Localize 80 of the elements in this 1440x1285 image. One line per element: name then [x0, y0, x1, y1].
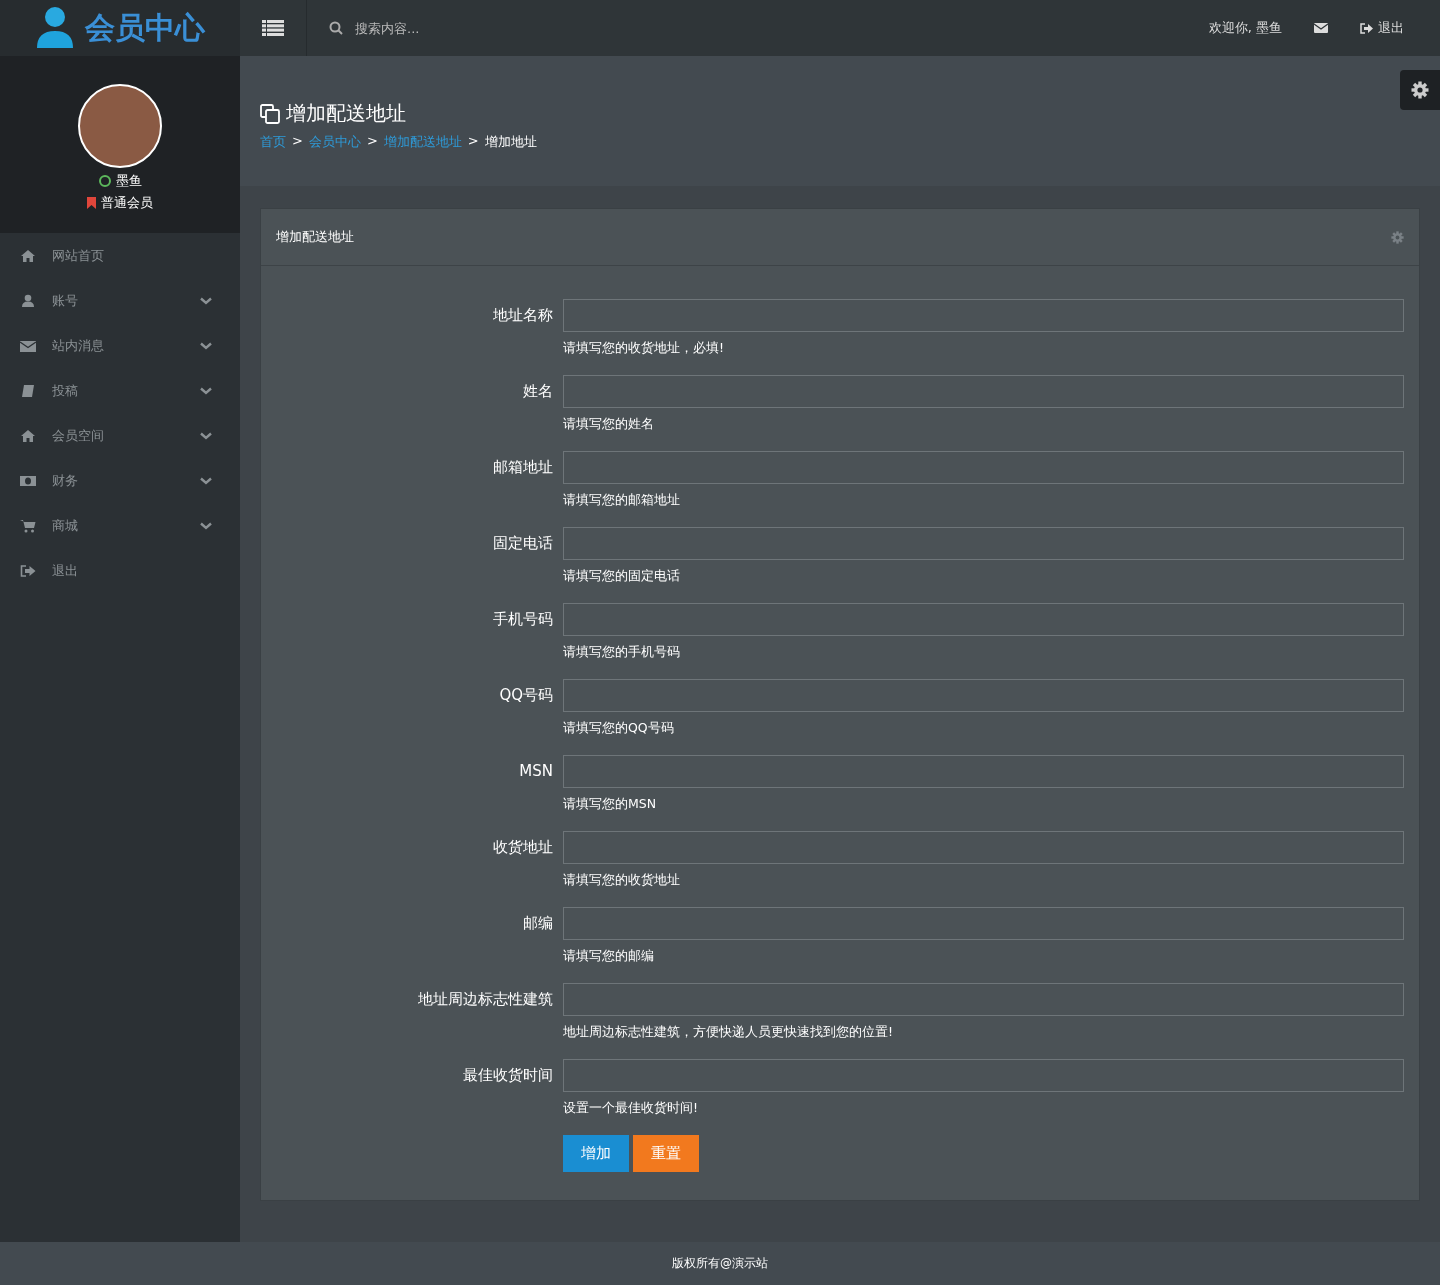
help-text: 请填写您的QQ号码 — [563, 720, 675, 737]
bookmark-icon — [87, 197, 96, 209]
user-icon — [20, 293, 36, 308]
field-label: 固定电话 — [492, 533, 554, 554]
input-field[interactable] — [563, 375, 1404, 408]
member-level: 普通会员 — [101, 194, 153, 212]
settings-icon[interactable] — [1411, 81, 1429, 99]
input-field[interactable] — [563, 831, 1404, 864]
chevron-icon — [200, 521, 212, 530]
sidebar-item[interactable]: 账号 — [0, 278, 240, 323]
logout-link[interactable]: 退出 — [1360, 19, 1404, 37]
field-label: 邮编 — [522, 913, 554, 934]
chevron-icon — [200, 386, 212, 395]
exit-icon — [1360, 22, 1373, 34]
help-text: 请填写您的手机号码 — [563, 644, 681, 661]
help-text: 请填写您的邮编 — [563, 948, 655, 965]
field-label: 最佳收货时间 — [462, 1065, 554, 1086]
breadcrumb-link[interactable]: 增加配送地址 — [383, 133, 462, 151]
help-text: 请填写您的固定电话 — [563, 568, 681, 585]
search-icon — [329, 21, 343, 35]
copy-icon — [260, 103, 280, 124]
input-field[interactable] — [563, 603, 1404, 636]
sidebar-item[interactable]: 财务 — [0, 458, 240, 503]
sidebar-item[interactable]: 投稿 — [0, 368, 240, 413]
help-text: 请填写您的MSN — [563, 796, 658, 813]
chevron-icon — [200, 476, 212, 485]
panel-title: 增加配送地址 — [276, 228, 354, 246]
breadcrumb-separator: > — [292, 133, 303, 150]
field-label: 手机号码 — [492, 609, 554, 630]
mail-icon — [20, 338, 36, 353]
money-icon — [20, 473, 36, 488]
sidebar-item[interactable]: 会员空间 — [0, 413, 240, 458]
cart-icon — [20, 518, 36, 533]
exit-icon — [20, 563, 36, 578]
chevron-icon — [200, 431, 212, 440]
breadcrumb-current: 增加地址 — [484, 133, 537, 151]
home-icon — [20, 428, 36, 443]
brand-title: 会员中心 — [85, 8, 205, 47]
sidebar-item[interactable]: 商城 — [0, 503, 240, 548]
help-text: 请填写您的收货地址 — [563, 872, 681, 889]
page-title: 增加配送地址 — [286, 100, 406, 127]
input-field[interactable] — [563, 983, 1404, 1016]
field-label: 地址名称 — [492, 305, 554, 326]
help-text: 请填写您的姓名 — [563, 416, 655, 433]
sidebar-item[interactable]: 退出 — [0, 548, 240, 593]
breadcrumb-link[interactable]: 首页 — [260, 133, 286, 151]
mail-icon[interactable] — [1314, 23, 1328, 33]
chevron-icon — [200, 296, 212, 305]
menu-icon[interactable] — [262, 20, 284, 36]
input-field[interactable] — [563, 755, 1404, 788]
home-icon — [20, 248, 36, 263]
search-field[interactable]: 搜索内容... — [353, 19, 557, 37]
field-label: 邮箱地址 — [492, 457, 554, 478]
input-field[interactable] — [563, 451, 1404, 484]
field-label: QQ号码 — [498, 685, 554, 706]
sidebar-item[interactable]: 网站首页 — [0, 233, 240, 278]
user-name: 墨鱼 — [115, 172, 142, 190]
field-label: MSN — [518, 761, 554, 782]
input-field[interactable] — [563, 1059, 1404, 1092]
help-text: 地址周边标志性建筑，方便快递人员更快速找到您的位置! — [563, 1024, 894, 1041]
sidebar-item[interactable]: 站内消息 — [0, 323, 240, 368]
breadcrumb-separator: > — [366, 133, 378, 150]
input-field[interactable] — [563, 527, 1404, 560]
help-text: 请填写您的邮箱地址 — [563, 492, 681, 509]
field-label: 收货地址 — [492, 837, 554, 858]
breadcrumb-separator: > — [467, 133, 479, 150]
reset-button[interactable]: 重置 — [633, 1135, 699, 1172]
input-field[interactable] — [563, 299, 1404, 332]
field-label: 地址周边标志性建筑 — [417, 989, 554, 1010]
welcome-link[interactable]: 欢迎你, 墨鱼 — [1208, 19, 1282, 37]
input-field[interactable] — [563, 679, 1404, 712]
help-text: 请填写您的收货地址，必填! — [563, 340, 725, 357]
user-icon — [35, 6, 75, 50]
breadcrumb-link[interactable]: 会员中心 — [308, 133, 361, 151]
copyright-text: 版权所有@演示站 — [672, 1255, 768, 1272]
help-text: 设置一个最佳收货时间! — [563, 1100, 699, 1117]
field-label: 姓名 — [522, 381, 554, 402]
add-button[interactable]: 增加 — [563, 1135, 629, 1172]
input-field[interactable] — [563, 907, 1404, 940]
chevron-icon — [200, 341, 212, 350]
